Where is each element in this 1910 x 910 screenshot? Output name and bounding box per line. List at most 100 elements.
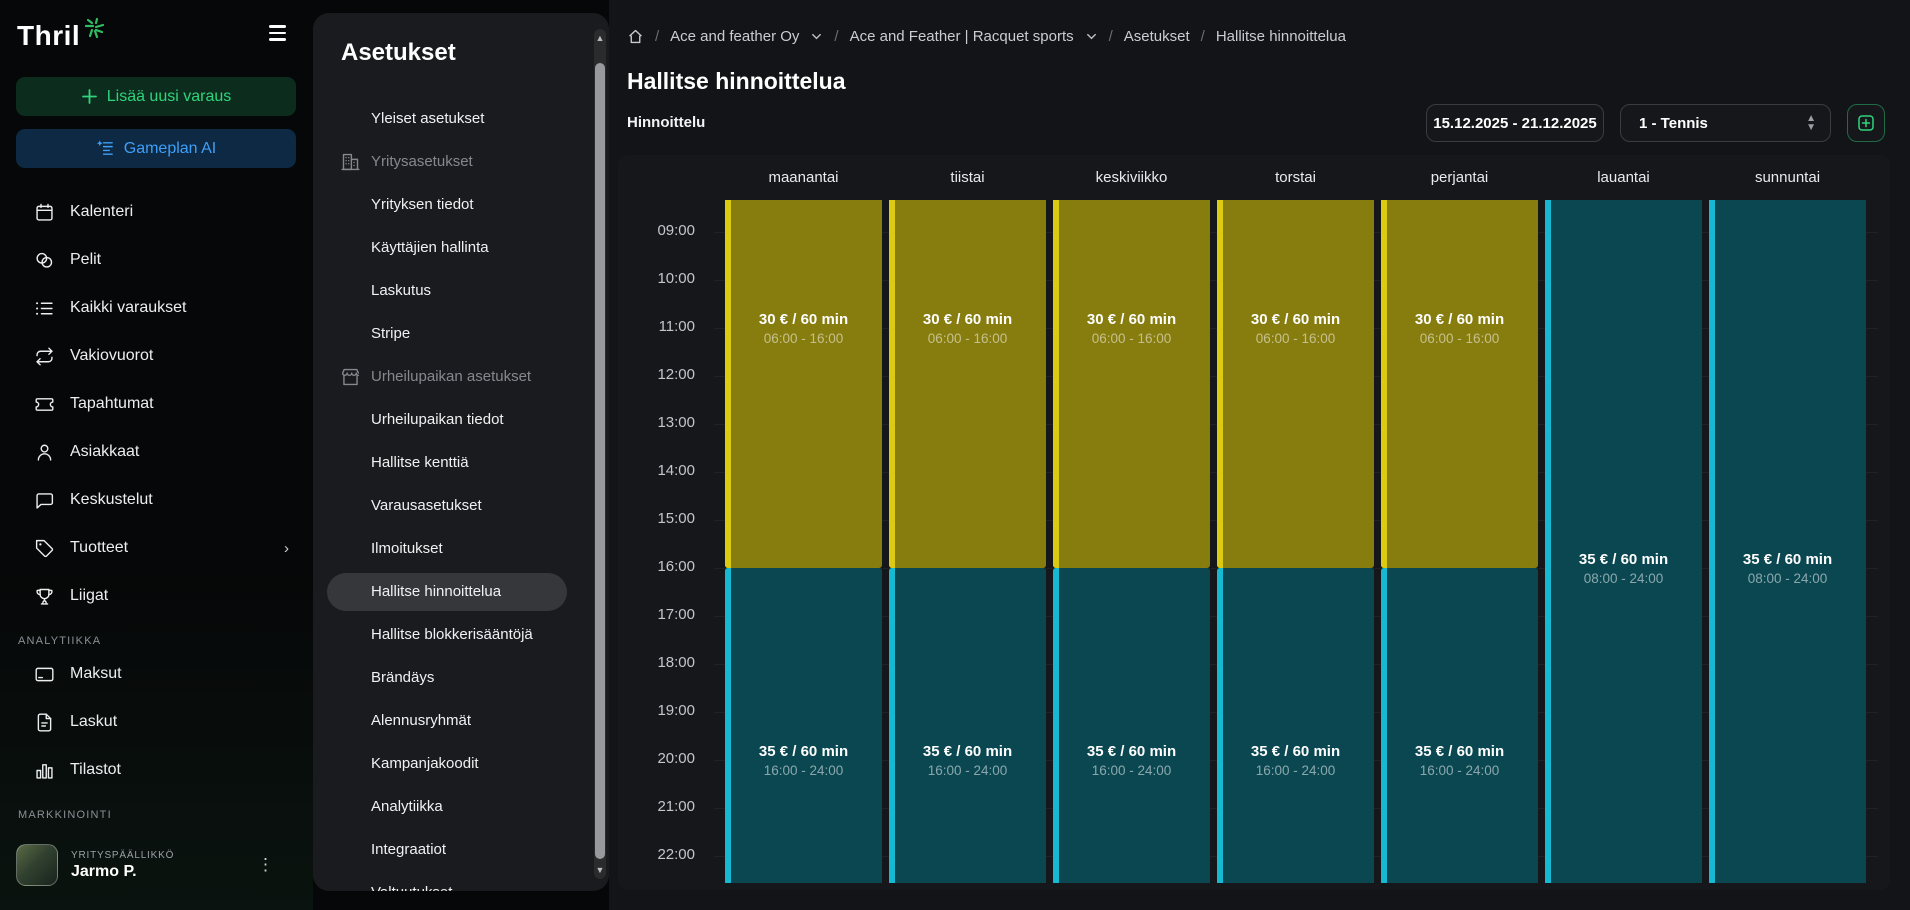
pricing-block-maanantai-6-16[interactable]: 30 € / 60 min06:00 - 16:00 <box>725 200 882 568</box>
settings-item-k-ytt-jien-hallinta[interactable]: Käyttäjien hallinta <box>313 226 609 269</box>
settings-item-hallitse-kentti-[interactable]: Hallitse kenttiä <box>313 441 609 484</box>
scrollbar-up-icon[interactable]: ▲ <box>594 32 606 44</box>
pricing-block-range: 16:00 - 24:00 <box>1256 763 1336 778</box>
pricing-block-price: 30 € / 60 min <box>1415 311 1504 328</box>
settings-scrollbar[interactable]: ▲ ▼ <box>594 29 606 879</box>
settings-panel: Asetukset Yleiset asetuksetYritysasetuks… <box>313 13 609 891</box>
day-column-torstai: 30 € / 60 min06:00 - 16:0035 € / 60 min1… <box>1217 200 1374 883</box>
settings-item-alennusryhm-t[interactable]: Alennusryhmät <box>313 699 609 742</box>
plus-icon <box>81 88 98 105</box>
settings-item-hallitse-blokkeris-nt-j-[interactable]: Hallitse blokkerisääntöjä <box>313 613 609 656</box>
gameplan-ai-button[interactable]: Gameplan AI <box>16 129 296 168</box>
settings-item-laskutus[interactable]: Laskutus <box>313 269 609 312</box>
pricing-block-torstai-16-24[interactable]: 35 € / 60 min16:00 - 24:00 <box>1217 568 1374 883</box>
sidebar-item-tuotteet[interactable]: Tuotteet› <box>0 524 313 572</box>
plus-square-icon <box>1857 114 1875 132</box>
breadcrumb-item-hallitse-hinnoittelua[interactable]: Hallitse hinnoittelua <box>1216 28 1346 45</box>
time-label: 15:00 <box>618 510 695 530</box>
pricing-block-price: 30 € / 60 min <box>759 311 848 328</box>
pricing-block-range: 08:00 - 24:00 <box>1748 571 1828 586</box>
sidebar-item-pelit[interactable]: Pelit <box>0 236 313 284</box>
venue-select[interactable]: 1 - Tennis ▲▼ <box>1620 104 1831 142</box>
breadcrumb-item-ace-and-feather-oy[interactable]: Ace and feather Oy <box>670 28 823 45</box>
main-content: /Ace and feather Oy/Ace and Feather | Ra… <box>609 0 1910 910</box>
sidebar-item-label: Keskustelut <box>70 491 153 509</box>
pricing-block-torstai-6-16[interactable]: 30 € / 60 min06:00 - 16:00 <box>1217 200 1374 568</box>
pricing-block-maanantai-16-24[interactable]: 35 € / 60 min16:00 - 24:00 <box>725 568 882 883</box>
settings-item-yleiset-asetukset[interactable]: Yleiset asetukset <box>313 97 609 140</box>
settings-item-br-nd-ys[interactable]: Brändäys <box>313 656 609 699</box>
pricing-block-keskiviikko-16-24[interactable]: 35 € / 60 min16:00 - 24:00 <box>1053 568 1210 883</box>
sidebar-item-liigat[interactable]: Liigat <box>0 572 313 620</box>
breadcrumb-separator: / <box>1109 28 1113 45</box>
sidebar-item-laskut[interactable]: Laskut <box>0 698 313 746</box>
time-label: 11:00 <box>618 318 695 338</box>
sidebar-item-kalenteri[interactable]: Kalenteri <box>0 188 313 236</box>
settings-item-kampanjakoodit[interactable]: Kampanjakoodit <box>313 742 609 785</box>
pricing-block-keskiviikko-6-16[interactable]: 30 € / 60 min06:00 - 16:00 <box>1053 200 1210 568</box>
sidebar-item-maksut[interactable]: Maksut <box>0 650 313 698</box>
avatar[interactable] <box>16 844 58 886</box>
breadcrumb-item-ace-and-feather-racquet-sports[interactable]: Ace and Feather | Racquet sports <box>850 28 1098 45</box>
day-column-keskiviikko: 30 € / 60 min06:00 - 16:0035 € / 60 min1… <box>1053 200 1210 883</box>
time-label: 10:00 <box>618 270 695 290</box>
sidebar-item-keskustelut[interactable]: Keskustelut <box>0 476 313 524</box>
breadcrumb-item-asetukset[interactable]: Asetukset <box>1124 28 1190 45</box>
home-icon[interactable] <box>627 28 644 45</box>
settings-item-ilmoitukset[interactable]: Ilmoitukset <box>313 527 609 570</box>
profile-menu-button[interactable]: ⋮ <box>257 858 274 872</box>
settings-item-urheilupaikan-tiedot[interactable]: Urheilupaikan tiedot <box>313 398 609 441</box>
pricing-block-price: 35 € / 60 min <box>759 743 848 760</box>
pricing-block-range: 06:00 - 16:00 <box>1420 331 1500 346</box>
settings-item-stripe[interactable]: Stripe <box>313 312 609 355</box>
settings-section-yritysasetukset: Yritysasetukset <box>313 140 609 183</box>
settings-item-label: Ilmoitukset <box>371 540 443 557</box>
profile-role: YRITYSPÄÄLLIKKÖ <box>71 850 174 861</box>
day-column-tiistai: 30 € / 60 min06:00 - 16:0035 € / 60 min1… <box>889 200 1046 883</box>
menu-toggle-button[interactable] <box>263 20 291 46</box>
add-pricing-button[interactable] <box>1847 104 1885 142</box>
pricing-block-range: 16:00 - 24:00 <box>928 763 1008 778</box>
date-range-button[interactable]: 15.12.2025 - 21.12.2025 <box>1426 104 1604 142</box>
brand-logo: Thril <box>17 16 105 56</box>
pricing-block-tiistai-6-16[interactable]: 30 € / 60 min06:00 - 16:00 <box>889 200 1046 568</box>
pricing-block-lauantai-8-24[interactable]: 35 € / 60 min08:00 - 24:00 <box>1545 200 1702 883</box>
add-booking-button[interactable]: Lisää uusi varaus <box>16 77 296 116</box>
repeat-icon <box>34 346 55 367</box>
settings-item-hallitse-hinnoittelua[interactable]: Hallitse hinnoittelua <box>327 573 567 611</box>
settings-item-yrityksen-tiedot[interactable]: Yrityksen tiedot <box>313 183 609 226</box>
time-label: 21:00 <box>618 798 695 818</box>
sidebar-item-label: Asiakkaat <box>70 443 139 461</box>
pricing-block-perjantai-6-16[interactable]: 30 € / 60 min 06:00 - 16:00 <box>1381 200 1538 568</box>
sidebar-item-kaikki-varaukset[interactable]: Kaikki varaukset <box>0 284 313 332</box>
pricing-block-tiistai-16-24[interactable]: 35 € / 60 min16:00 - 24:00 <box>889 568 1046 883</box>
breadcrumb: /Ace and feather Oy/Ace and Feather | Ra… <box>627 28 1346 45</box>
settings-item-integraatiot[interactable]: Integraatiot <box>313 828 609 871</box>
calendar-body: 09:0010:0011:0012:0013:0014:0015:0016:00… <box>618 200 1890 883</box>
breadcrumb-label: Ace and Feather | Racquet sports <box>850 28 1074 45</box>
pricing-block-price: 35 € / 60 min <box>1087 743 1176 760</box>
scrollbar-thumb[interactable] <box>595 63 605 859</box>
profile-row[interactable]: YRITYSPÄÄLLIKKÖ Jarmo P. ⋮ <box>16 842 298 888</box>
sidebar-item-tapahtumat[interactable]: Tapahtumat <box>0 380 313 428</box>
settings-item-analytiikka[interactable]: Analytiikka <box>313 785 609 828</box>
settings-item-valtuutukset[interactable]: Valtuutukset <box>313 871 609 891</box>
settings-item-label: Käyttäjien hallinta <box>371 239 489 256</box>
time-label: 12:00 <box>618 366 695 386</box>
calendar-icon <box>34 202 55 223</box>
sidebar-item-asiakkaat[interactable]: Asiakkaat <box>0 428 313 476</box>
day-header-torstai: torstai <box>1217 165 1374 189</box>
sidebar-item-vakiovuorot[interactable]: Vakiovuorot <box>0 332 313 380</box>
pricing-block-price: 30 € / 60 min <box>923 311 1012 328</box>
header-controls: 15.12.2025 - 21.12.2025 1 - Tennis ▲▼ <box>1426 104 1885 142</box>
sidebar-item-label: Maksut <box>70 665 122 683</box>
settings-item-varausasetukset[interactable]: Varausasetukset <box>313 484 609 527</box>
pricing-block-sunnuntai-8-24[interactable]: 35 € / 60 min08:00 - 24:00 <box>1709 200 1866 883</box>
pricing-block-perjantai-16-24[interactable]: 35 € / 60 min16:00 - 24:00 <box>1381 568 1538 883</box>
sidebar-nav: KalenteriPelitKaikki varauksetVakiovuoro… <box>0 188 313 824</box>
chevron-down-icon <box>810 30 823 43</box>
scrollbar-down-icon[interactable]: ▼ <box>594 864 606 876</box>
day-column-maanantai: 30 € / 60 min06:00 - 16:0035 € / 60 min1… <box>725 200 882 883</box>
sidebar-item-tilastot[interactable]: Tilastot <box>0 746 313 794</box>
day-header-tiistai: tiistai <box>889 165 1046 189</box>
